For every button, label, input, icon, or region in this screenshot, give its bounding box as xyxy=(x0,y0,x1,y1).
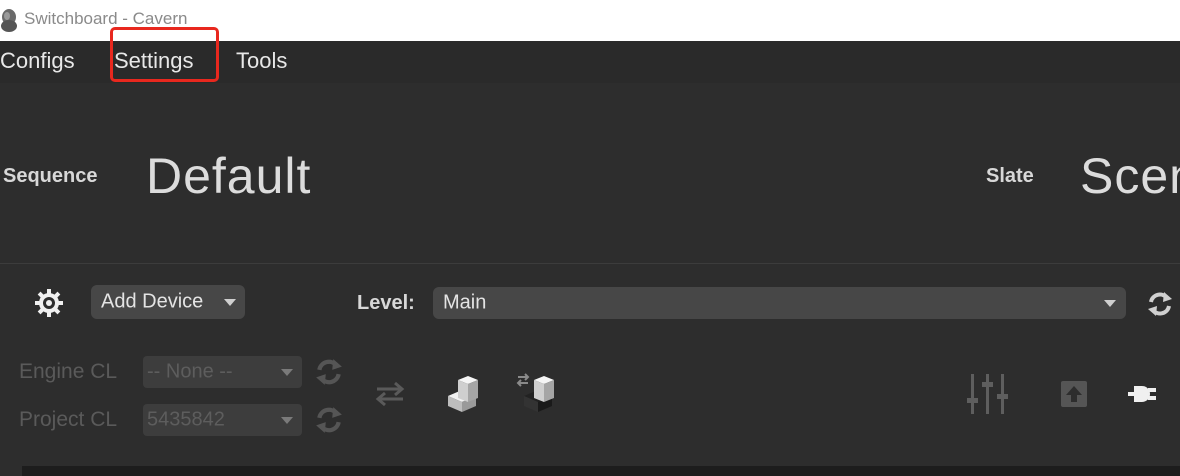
add-device-label: Add Device xyxy=(101,290,204,313)
chevron-down-icon xyxy=(1104,300,1116,307)
swap-icon[interactable] xyxy=(375,381,405,407)
chevron-down-icon xyxy=(224,299,236,306)
sliders-icon[interactable] xyxy=(966,372,1010,416)
chevron-down-icon xyxy=(281,417,293,424)
divider xyxy=(0,263,1180,264)
refresh-icon[interactable] xyxy=(314,405,344,435)
level-dropdown[interactable]: Main xyxy=(433,287,1126,319)
chevron-down-icon xyxy=(281,369,293,376)
sequence-value[interactable]: Default xyxy=(146,147,311,205)
app-icon xyxy=(1,9,17,32)
highlight-annotation xyxy=(110,27,219,82)
engine-cl-value: -- None -- xyxy=(147,360,233,383)
project-cl-value: 5435842 xyxy=(147,408,225,431)
level-value: Main xyxy=(443,291,487,314)
device-list-panel xyxy=(22,466,1180,476)
level-label: Level: xyxy=(357,292,415,314)
build-icon[interactable] xyxy=(442,372,484,414)
gear-icon[interactable] xyxy=(34,288,64,318)
slate-label: Slate xyxy=(986,165,1034,187)
plug-icon[interactable] xyxy=(1128,382,1160,406)
refresh-icon[interactable] xyxy=(314,357,344,387)
slate-value[interactable]: Scen xyxy=(1080,147,1180,205)
add-device-dropdown[interactable]: Add Device xyxy=(91,285,245,319)
window-title: Switchboard - Cavern xyxy=(24,9,188,28)
refresh-icon[interactable] xyxy=(1146,290,1174,318)
sync-build-icon[interactable] xyxy=(516,372,560,414)
upload-icon[interactable] xyxy=(1061,381,1087,407)
menu-configs[interactable]: Configs xyxy=(0,48,75,74)
project-cl-dropdown[interactable]: 5435842 xyxy=(143,404,302,436)
engine-cl-dropdown[interactable]: -- None -- xyxy=(143,356,302,388)
menu-tools[interactable]: Tools xyxy=(236,48,287,74)
engine-cl-label: Engine CL xyxy=(19,360,118,383)
sequence-label: Sequence xyxy=(3,165,98,187)
project-cl-label: Project CL xyxy=(19,408,118,431)
